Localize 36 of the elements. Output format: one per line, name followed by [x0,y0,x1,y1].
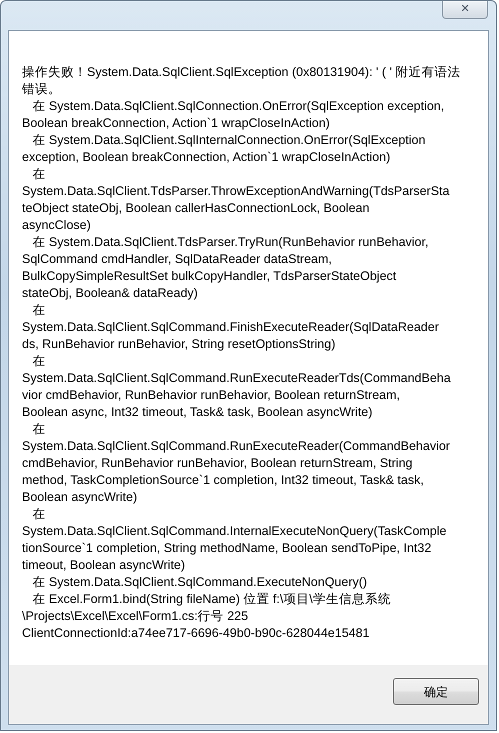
message-line: ClientConnectionId:a74ee717-6696-49b0-b90c-628044e15481 [22,625,370,642]
message-line: asyncClose) [22,217,91,234]
ok-button[interactable]: 确定 [393,678,479,705]
message-line: 在 System.Data.SqlClient.TdsParser.TryRun(RunBehavior runBehavior, [31,234,428,251]
message-line: Boolean async, Int32 timeout, Task& task, Boolean asyncWrite) [22,404,372,421]
close-button[interactable]: ✕ [442,1,488,19]
message-line: 在 [31,353,46,370]
message-line: 在 Excel.Form1.bind(String fileName) 位置 f:\项目\学生信息系统 [31,591,391,608]
message-line: System.Data.SqlClient.SqlCommand.InternalExecuteNonQuery(TaskComple [22,523,446,540]
message-line: BulkCopySimpleResultSet bulkCopyHandler, TdsParserStateObject [22,268,396,285]
message-line: tionSource`1 completion, String methodName, Boolean sendToPipe, Int32 [22,540,432,557]
message-line: method, TaskCompletionSource`1 completion, Int32 timeout, Task& task, [22,472,424,489]
message-line: Boolean breakConnection, Action`1 wrapCloseInAction) [22,115,330,132]
message-line: 在 [31,302,46,319]
message-line: System.Data.SqlClient.SqlCommand.FinishExecuteReader(SqlDataReader [22,319,439,336]
message-line: 在 System.Data.SqlClient.SqlInternalConnection.OnError(SqlException [31,132,426,149]
message-line: timeout, Boolean asyncWrite) [22,557,186,574]
message-line: 操作失败！System.Data.SqlClient.SqlException (0x80131904): ' ( ' 附近有语法 [22,64,460,81]
message-line: 在 System.Data.SqlClient.SqlConnection.OnError(SqlException exception, [31,98,444,115]
message-line: 在 System.Data.SqlClient.SqlCommand.ExecuteNonQuery() [31,574,368,591]
message-line: Boolean asyncWrite) [22,489,138,506]
message-line: 错误。 [22,81,61,98]
message-line: SqlCommand cmdHandler, SqlDataReader dataStream, [22,251,332,268]
message-line: System.Data.SqlClient.SqlCommand.RunExecuteReader(CommandBehavior [22,438,450,455]
message-line: System.Data.SqlClient.TdsParser.ThrowExceptionAndWarning(TdsParserSta [22,183,450,200]
message-line: cmdBehavior, RunBehavior runBehavior, Boolean returnStream, String [22,455,412,472]
message-line: 在 [31,166,46,183]
message-line: exception, Boolean breakConnection, Action`1 wrapCloseInAction) [22,149,390,166]
message-line: ds, RunBehavior runBehavior, String resetOptionsString) [22,336,336,353]
message-line: vior cmdBehavior, RunBehavior runBehavior, Boolean returnStream, [22,387,400,404]
message-line: \Projects\Excel\Excel\Form1.cs:行号 225 [22,608,248,625]
message-line: 在 [31,506,46,523]
message-line: System.Data.SqlClient.SqlCommand.RunExecuteReaderTds(CommandBeha [22,370,451,387]
message-line: teObject stateObj, Boolean callerHasConnectionLock, Boolean [22,200,370,217]
message-line: stateObj, Boolean& dataReady) [22,285,198,302]
message-line: 在 [31,421,46,438]
